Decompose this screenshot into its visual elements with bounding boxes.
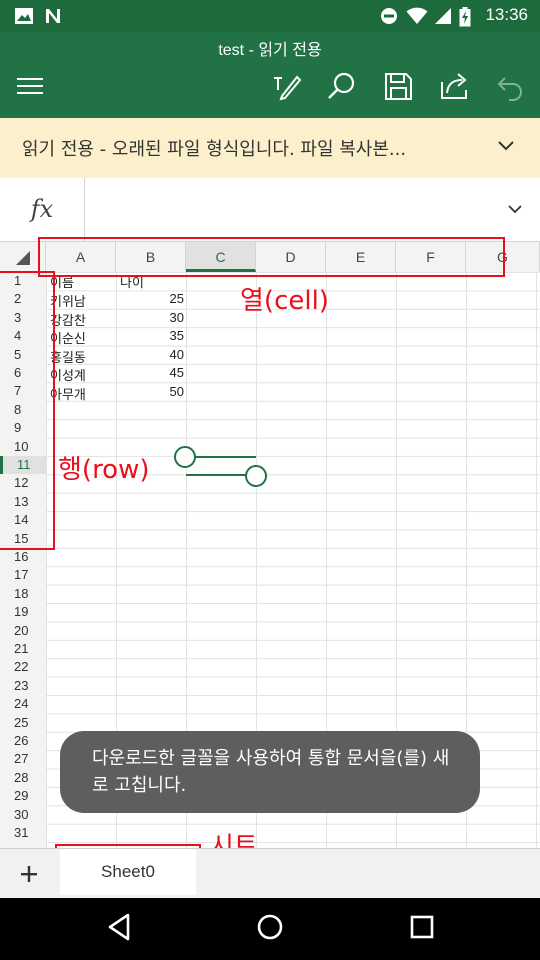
selection-handle-start[interactable]: [174, 446, 196, 468]
row-header[interactable]: 20: [0, 622, 46, 640]
cell-a2[interactable]: 키위남: [50, 291, 86, 310]
row-header[interactable]: 24: [0, 695, 46, 713]
row-annotation-label: 행(row): [58, 455, 150, 485]
row-header[interactable]: 17: [0, 566, 46, 584]
battery-icon: [459, 7, 471, 27]
column-annotation-box: [38, 237, 505, 277]
column-annotation-label: 열(cell): [240, 286, 329, 316]
save-icon[interactable]: [380, 68, 416, 104]
row-header[interactable]: 27: [0, 750, 46, 768]
cell-b3[interactable]: 30: [120, 310, 184, 325]
toast-message: 다운로드한 글꼴을 사용하여 통합 문서을(를) 새로 고칩니다.: [60, 731, 480, 813]
cell-a7[interactable]: 아무개: [50, 384, 86, 403]
row-header[interactable]: 25: [0, 714, 46, 732]
row-header[interactable]: 19: [0, 603, 46, 621]
cell-b5[interactable]: 40: [120, 347, 184, 362]
row-header[interactable]: 26: [0, 732, 46, 750]
add-sheet-icon[interactable]: [14, 859, 44, 889]
row-header[interactable]: 22: [0, 658, 46, 676]
sheet-tab[interactable]: Sheet0: [60, 849, 196, 895]
cell-a5[interactable]: 홍길동: [50, 347, 86, 366]
menu-icon[interactable]: [12, 68, 48, 104]
undo-icon[interactable]: [492, 68, 528, 104]
home-icon[interactable]: [256, 912, 284, 942]
chevron-down-icon[interactable]: [498, 140, 514, 152]
dnd-icon: [381, 8, 397, 24]
document-title: test - 읽기 전용: [218, 42, 322, 59]
row-header[interactable]: 30: [0, 806, 46, 824]
row-header[interactable]: 29: [0, 787, 46, 805]
pen-icon[interactable]: [268, 68, 304, 104]
app-bar: test - 읽기 전용: [0, 32, 540, 118]
share-icon[interactable]: [436, 68, 472, 104]
back-icon[interactable]: [106, 912, 132, 942]
banner-text: 읽기 전용 - 오래된 파일 형식입니다. 파일 복사본...: [22, 139, 407, 160]
row-header[interactable]: 28: [0, 769, 46, 787]
fx-label: fx: [0, 178, 85, 241]
wifi-icon: [406, 7, 428, 24]
cell-a6[interactable]: 이성계: [50, 365, 86, 384]
cell-b4[interactable]: 35: [120, 328, 184, 343]
selection-handle-end[interactable]: [245, 465, 267, 487]
row-header[interactable]: 18: [0, 585, 46, 603]
row-header[interactable]: 31: [0, 824, 46, 842]
cell-a3[interactable]: 강감찬: [50, 310, 86, 329]
cell-a4[interactable]: 이순신: [50, 328, 86, 347]
status-bar: 13:36: [0, 0, 540, 32]
cell-b7[interactable]: 50: [120, 384, 184, 399]
cell-b2[interactable]: 25: [120, 291, 184, 306]
row-header[interactable]: 16: [0, 548, 46, 566]
read-only-banner[interactable]: 읽기 전용 - 오래된 파일 형식입니다. 파일 복사본...: [0, 118, 540, 178]
signal-icon: [435, 8, 451, 24]
row-header[interactable]: 23: [0, 677, 46, 695]
row-annotation-box: [0, 271, 55, 550]
navigation-bar: [0, 898, 540, 960]
status-time: 13:36: [485, 5, 528, 24]
image-icon: [15, 8, 33, 24]
recents-icon[interactable]: [409, 912, 435, 942]
cell-b6[interactable]: 45: [120, 365, 184, 380]
sheet-tab-bar: Sheet0: [0, 848, 540, 899]
chevron-down-icon[interactable]: [508, 204, 522, 214]
n-icon: [46, 9, 60, 23]
search-icon[interactable]: [324, 68, 360, 104]
row-header[interactable]: 21: [0, 640, 46, 658]
formula-bar: fx: [0, 178, 540, 242]
